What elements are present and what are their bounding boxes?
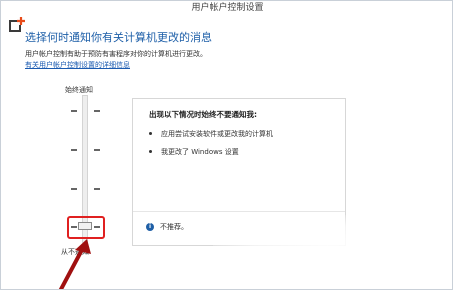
slider-tick xyxy=(94,110,100,112)
page-heading: 选择何时通知你有关计算机更改的消息 xyxy=(25,31,212,44)
title-bar: 用户帐户控制设置 xyxy=(1,1,452,15)
panel-bullet: 我更改了 Windows 设置 xyxy=(149,147,239,157)
panel-divider xyxy=(133,211,345,212)
slider-bottom-label: 从不通知 xyxy=(61,248,89,256)
slider-tick xyxy=(94,188,100,190)
not-recommended-text: 不推荐。 xyxy=(160,223,188,231)
panel-title: 出现以下情况时始终不要通知我: xyxy=(149,110,257,119)
slider-top-label: 始终通知 xyxy=(65,86,93,94)
annotation-highlight-box xyxy=(67,216,105,239)
bullet-dot xyxy=(149,131,152,135)
page-description: 用户帐户控制有助于预防有害程序对你的计算机进行更改。 xyxy=(25,50,207,58)
info-icon: i xyxy=(146,223,154,231)
screen-glare xyxy=(213,215,443,275)
panel-bullet-text: 我更改了 Windows 设置 xyxy=(161,148,239,156)
bullet-dot xyxy=(149,149,152,153)
uac-settings-window: 用户帐户控制设置 选择何时通知你有关计算机更改的消息 用户帐户控制有助于预防有害… xyxy=(0,0,453,290)
window-title: 用户帐户控制设置 xyxy=(191,3,264,13)
slider-tick xyxy=(71,149,77,151)
uac-help-link[interactable]: 有关用户帐户控制设置的详细信息 xyxy=(25,60,130,70)
slider-tick xyxy=(71,110,77,112)
panel-bullet-text: 应用尝试安装软件或更改我的计算机 xyxy=(161,130,273,138)
slider-tick xyxy=(71,188,77,190)
slider-tick xyxy=(94,149,100,151)
panel-bullet: 应用尝试安装软件或更改我的计算机 xyxy=(149,129,273,139)
